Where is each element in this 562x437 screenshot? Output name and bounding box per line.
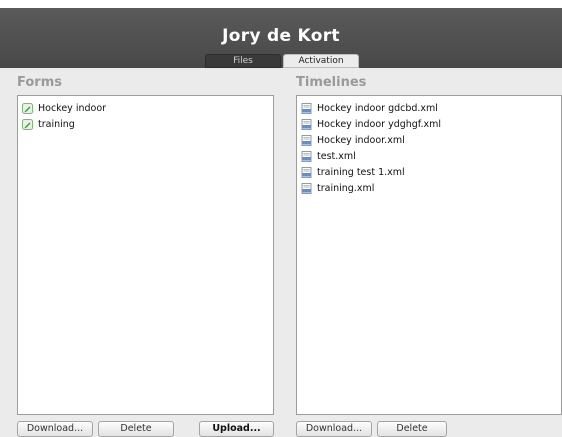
form-icon	[22, 102, 33, 114]
tab-bar: Files Activation	[205, 54, 359, 68]
timelines-item-label: test.xml	[317, 150, 356, 162]
forms-list-item[interactable]: training	[22, 116, 273, 132]
timelines-list-item[interactable]: training.xml	[301, 180, 561, 196]
forms-list-panel: Hockey indoor training	[17, 95, 274, 415]
timelines-list-item[interactable]: Hockey indoor.xml	[301, 132, 561, 148]
app-title: Jory de Kort	[222, 26, 340, 46]
forms-item-label: Hockey indoor	[38, 102, 107, 114]
timelines-list-item[interactable]: training test 1.xml	[301, 164, 561, 180]
xml-file-icon	[301, 134, 312, 146]
xml-file-icon	[301, 150, 312, 162]
forms-upload-button[interactable]: Upload...	[199, 421, 274, 437]
timelines-heading: Timelines	[296, 75, 367, 90]
timelines-delete-button[interactable]: Delete	[377, 421, 447, 437]
timelines-item-label: Hockey indoor gdcbd.xml	[317, 102, 438, 114]
xml-file-icon	[301, 166, 312, 178]
timelines-download-button[interactable]: Download...	[296, 421, 372, 437]
timelines-list-panel: Hockey indoor gdcbd.xml Hockey indoor ydg…	[296, 95, 562, 415]
forms-download-button[interactable]: Download...	[17, 421, 93, 437]
xml-file-icon	[301, 102, 312, 114]
form-icon	[22, 118, 33, 130]
timelines-item-label: training.xml	[317, 182, 375, 194]
timelines-list-item[interactable]: Hockey indoor gdcbd.xml	[301, 100, 561, 116]
timelines-list: Hockey indoor gdcbd.xml Hockey indoor ydg…	[297, 96, 561, 196]
xml-file-icon	[301, 118, 312, 130]
forms-heading: Forms	[17, 75, 62, 90]
forms-delete-button[interactable]: Delete	[98, 421, 174, 437]
xml-file-icon	[301, 182, 312, 194]
tab-activation[interactable]: Activation	[283, 54, 359, 68]
timelines-item-label: Hockey indoor.xml	[317, 134, 405, 146]
timelines-list-item[interactable]: test.xml	[301, 148, 561, 164]
top-cropped-text-strip	[0, 0, 562, 8]
cropped-heading-fragment	[0, 0, 562, 8]
forms-list-item[interactable]: Hockey indoor	[22, 100, 273, 116]
timelines-item-label: training test 1.xml	[317, 166, 405, 178]
timelines-list-item[interactable]: Hockey indoor ydghgf.xml	[301, 116, 561, 132]
timelines-item-label: Hockey indoor ydghgf.xml	[317, 118, 441, 130]
forms-list: Hockey indoor training	[18, 96, 273, 132]
tab-files[interactable]: Files	[205, 54, 281, 68]
forms-item-label: training	[38, 118, 75, 130]
